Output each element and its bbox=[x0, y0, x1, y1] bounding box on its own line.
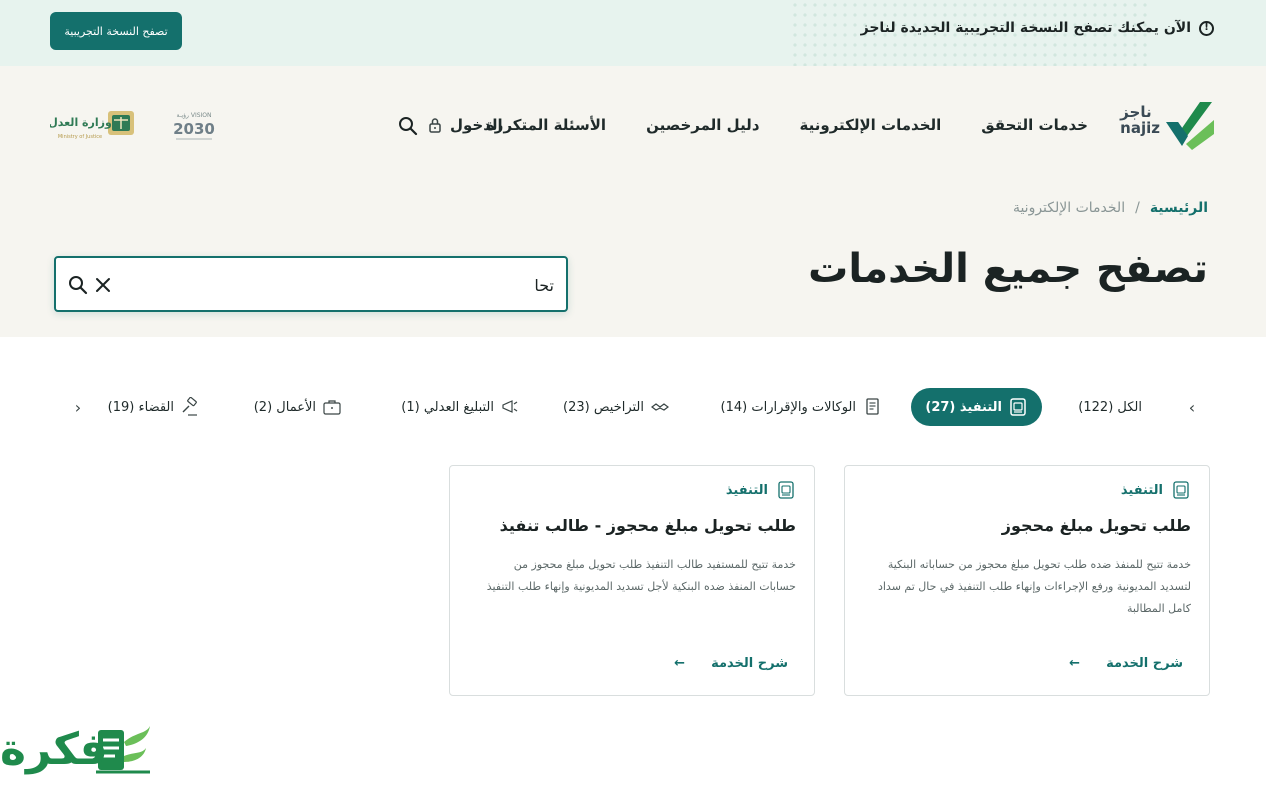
service-explanation-link[interactable]: شرح الخدمة ← bbox=[674, 656, 788, 671]
tab-judicial-notification[interactable]: التبليغ العدلي (1) bbox=[401, 388, 520, 426]
card-category: التنفيذ bbox=[726, 480, 796, 500]
beta-banner: ! الآن يمكنك تصفح النسخة التجريبية الجدي… bbox=[0, 0, 1266, 66]
main-nav: خدمات التحقق الخدمات الإلكترونية دليل ال… bbox=[486, 116, 1088, 134]
breadcrumb-separator: / bbox=[1135, 200, 1140, 216]
card-category-label: التنفيذ bbox=[725, 482, 768, 498]
tab-label: الوكالات والإقرارات (14) bbox=[720, 399, 856, 415]
login-button[interactable]: الدخول bbox=[428, 116, 503, 134]
card-description-line: خدمة تتيح للمستفيد طالب التنفيذ طلب تحوي… bbox=[513, 558, 796, 571]
card-description-line: حسابات المنفذ ضده البنكية لأجل تسديد الم… bbox=[486, 580, 796, 593]
card-description-line: كامل المطالبة bbox=[1126, 602, 1191, 615]
nav-electronic-services[interactable]: الخدمات الإلكترونية bbox=[800, 116, 942, 134]
card-category-label: التنفيذ bbox=[1120, 482, 1163, 498]
tab-label: التراخيص (23) bbox=[563, 399, 644, 415]
tab-licenses[interactable]: التراخيص (23) bbox=[563, 388, 670, 426]
service-card[interactable]: التنفيذ طلب تحويل مبلغ محجوز - طالب تنفي… bbox=[449, 465, 815, 696]
banner-message-text: الآن يمكنك تصفح النسخة التجريبية الجديدة… bbox=[860, 20, 1191, 36]
papers-icon bbox=[866, 398, 879, 415]
tab-label: التبليغ العدلي (1) bbox=[401, 399, 494, 415]
service-explanation-label: شرح الخدمة bbox=[1106, 656, 1183, 671]
browse-beta-button[interactable]: تصفح النسخة التجريبية bbox=[50, 12, 182, 50]
svg-text:وزارة العدل: وزارة العدل bbox=[50, 116, 112, 129]
nav-verification-services[interactable]: خدمات التحقق bbox=[981, 116, 1088, 134]
service-explanation-link[interactable]: شرح الخدمة ← bbox=[1069, 656, 1183, 671]
tab-label: القضاء (19) bbox=[107, 399, 174, 415]
svg-text:VISION رؤيـة: VISION رؤيـة bbox=[176, 112, 211, 119]
chevron-right-icon[interactable]: › bbox=[1184, 398, 1200, 417]
gavel-icon bbox=[182, 397, 197, 416]
nav-licensees-guide[interactable]: دليل المرخصين bbox=[646, 116, 759, 134]
nav-faq[interactable]: الأسئلة المتكررة bbox=[486, 116, 606, 134]
breadcrumb-home[interactable]: الرئيسية bbox=[1150, 200, 1208, 216]
banner-message: ! الآن يمكنك تصفح النسخة التجريبية الجدي… bbox=[861, 20, 1214, 36]
briefcase-icon bbox=[323, 400, 341, 415]
info-icon: ! bbox=[1199, 20, 1214, 36]
svg-text:Ministry of Justice: Ministry of Justice bbox=[58, 134, 102, 140]
login-label: الدخول bbox=[450, 116, 503, 134]
card-description: خدمة تتيح للمنفذ ضده طلب تحويل مبلغ محجو… bbox=[861, 554, 1191, 620]
megaphone-icon bbox=[502, 400, 518, 413]
card-category: التنفيذ bbox=[1121, 480, 1191, 500]
document-icon bbox=[1010, 398, 1026, 416]
search-icon[interactable] bbox=[68, 275, 88, 295]
arrow-left-icon: ← bbox=[674, 656, 686, 671]
tab-business[interactable]: الأعمال (2) bbox=[254, 388, 342, 426]
services-search bbox=[54, 256, 568, 312]
card-title[interactable]: طلب تحويل مبلغ محجوز - طالب تنفيذ bbox=[500, 516, 796, 535]
card-description: خدمة تتيح للمستفيد طالب التنفيذ طلب تحوي… bbox=[466, 554, 796, 598]
watermark-text: فكرة bbox=[0, 724, 110, 775]
tab-execution[interactable]: التنفيذ (27) bbox=[911, 388, 1042, 426]
card-description-line: خدمة تتيح للمنفذ ضده طلب تحويل مبلغ محجو… bbox=[887, 558, 1191, 571]
tab-agencies[interactable]: الوكالات والإقرارات (14) bbox=[721, 388, 882, 426]
handshake-icon bbox=[651, 403, 669, 411]
arrow-left-icon: ← bbox=[1069, 656, 1081, 671]
tab-label: الأعمال (2) bbox=[253, 399, 316, 415]
document-icon bbox=[1173, 481, 1189, 499]
service-explanation-label: شرح الخدمة bbox=[711, 656, 788, 671]
card-title[interactable]: طلب تحويل مبلغ محجوز bbox=[1002, 516, 1191, 535]
logo-english: najiz bbox=[1120, 118, 1160, 137]
search-input[interactable] bbox=[134, 272, 554, 298]
breadcrumb: الرئيسية / الخدمات الإلكترونية bbox=[1013, 200, 1208, 216]
chevron-left-icon[interactable]: ‹ bbox=[70, 398, 86, 417]
tab-label: الكل (122) bbox=[1078, 399, 1142, 415]
tab-all[interactable]: الكل (122) bbox=[1078, 388, 1142, 426]
ministry-of-justice-logo: وزارة العدل Ministry of Justice bbox=[50, 111, 134, 140]
najiz-logo-text[interactable]: ناجز najiz bbox=[1120, 104, 1160, 137]
card-description-line: لتسديد المديونية ورفع الإجراءات وإنهاء ط… bbox=[877, 580, 1191, 593]
category-tabs: › الكل (122) التنفيذ (27) الوكالات والإق… bbox=[70, 388, 1200, 426]
svg-text:2030: 2030 bbox=[173, 120, 215, 138]
vision-2030-logo: VISION رؤيـة 2030 bbox=[173, 112, 215, 140]
breadcrumb-current: الخدمات الإلكترونية bbox=[1012, 200, 1126, 216]
search-icon[interactable] bbox=[398, 116, 418, 136]
page-title: تصفح جميع الخدمات bbox=[808, 246, 1208, 292]
tab-judiciary[interactable]: القضاء (19) bbox=[108, 388, 200, 426]
service-card[interactable]: التنفيذ طلب تحويل مبلغ محجوز خدمة تتيح ل… bbox=[844, 465, 1210, 696]
close-icon[interactable] bbox=[94, 276, 112, 294]
lock-icon bbox=[429, 118, 441, 133]
tab-label: التنفيذ (27) bbox=[925, 399, 1002, 415]
document-icon bbox=[778, 481, 794, 499]
